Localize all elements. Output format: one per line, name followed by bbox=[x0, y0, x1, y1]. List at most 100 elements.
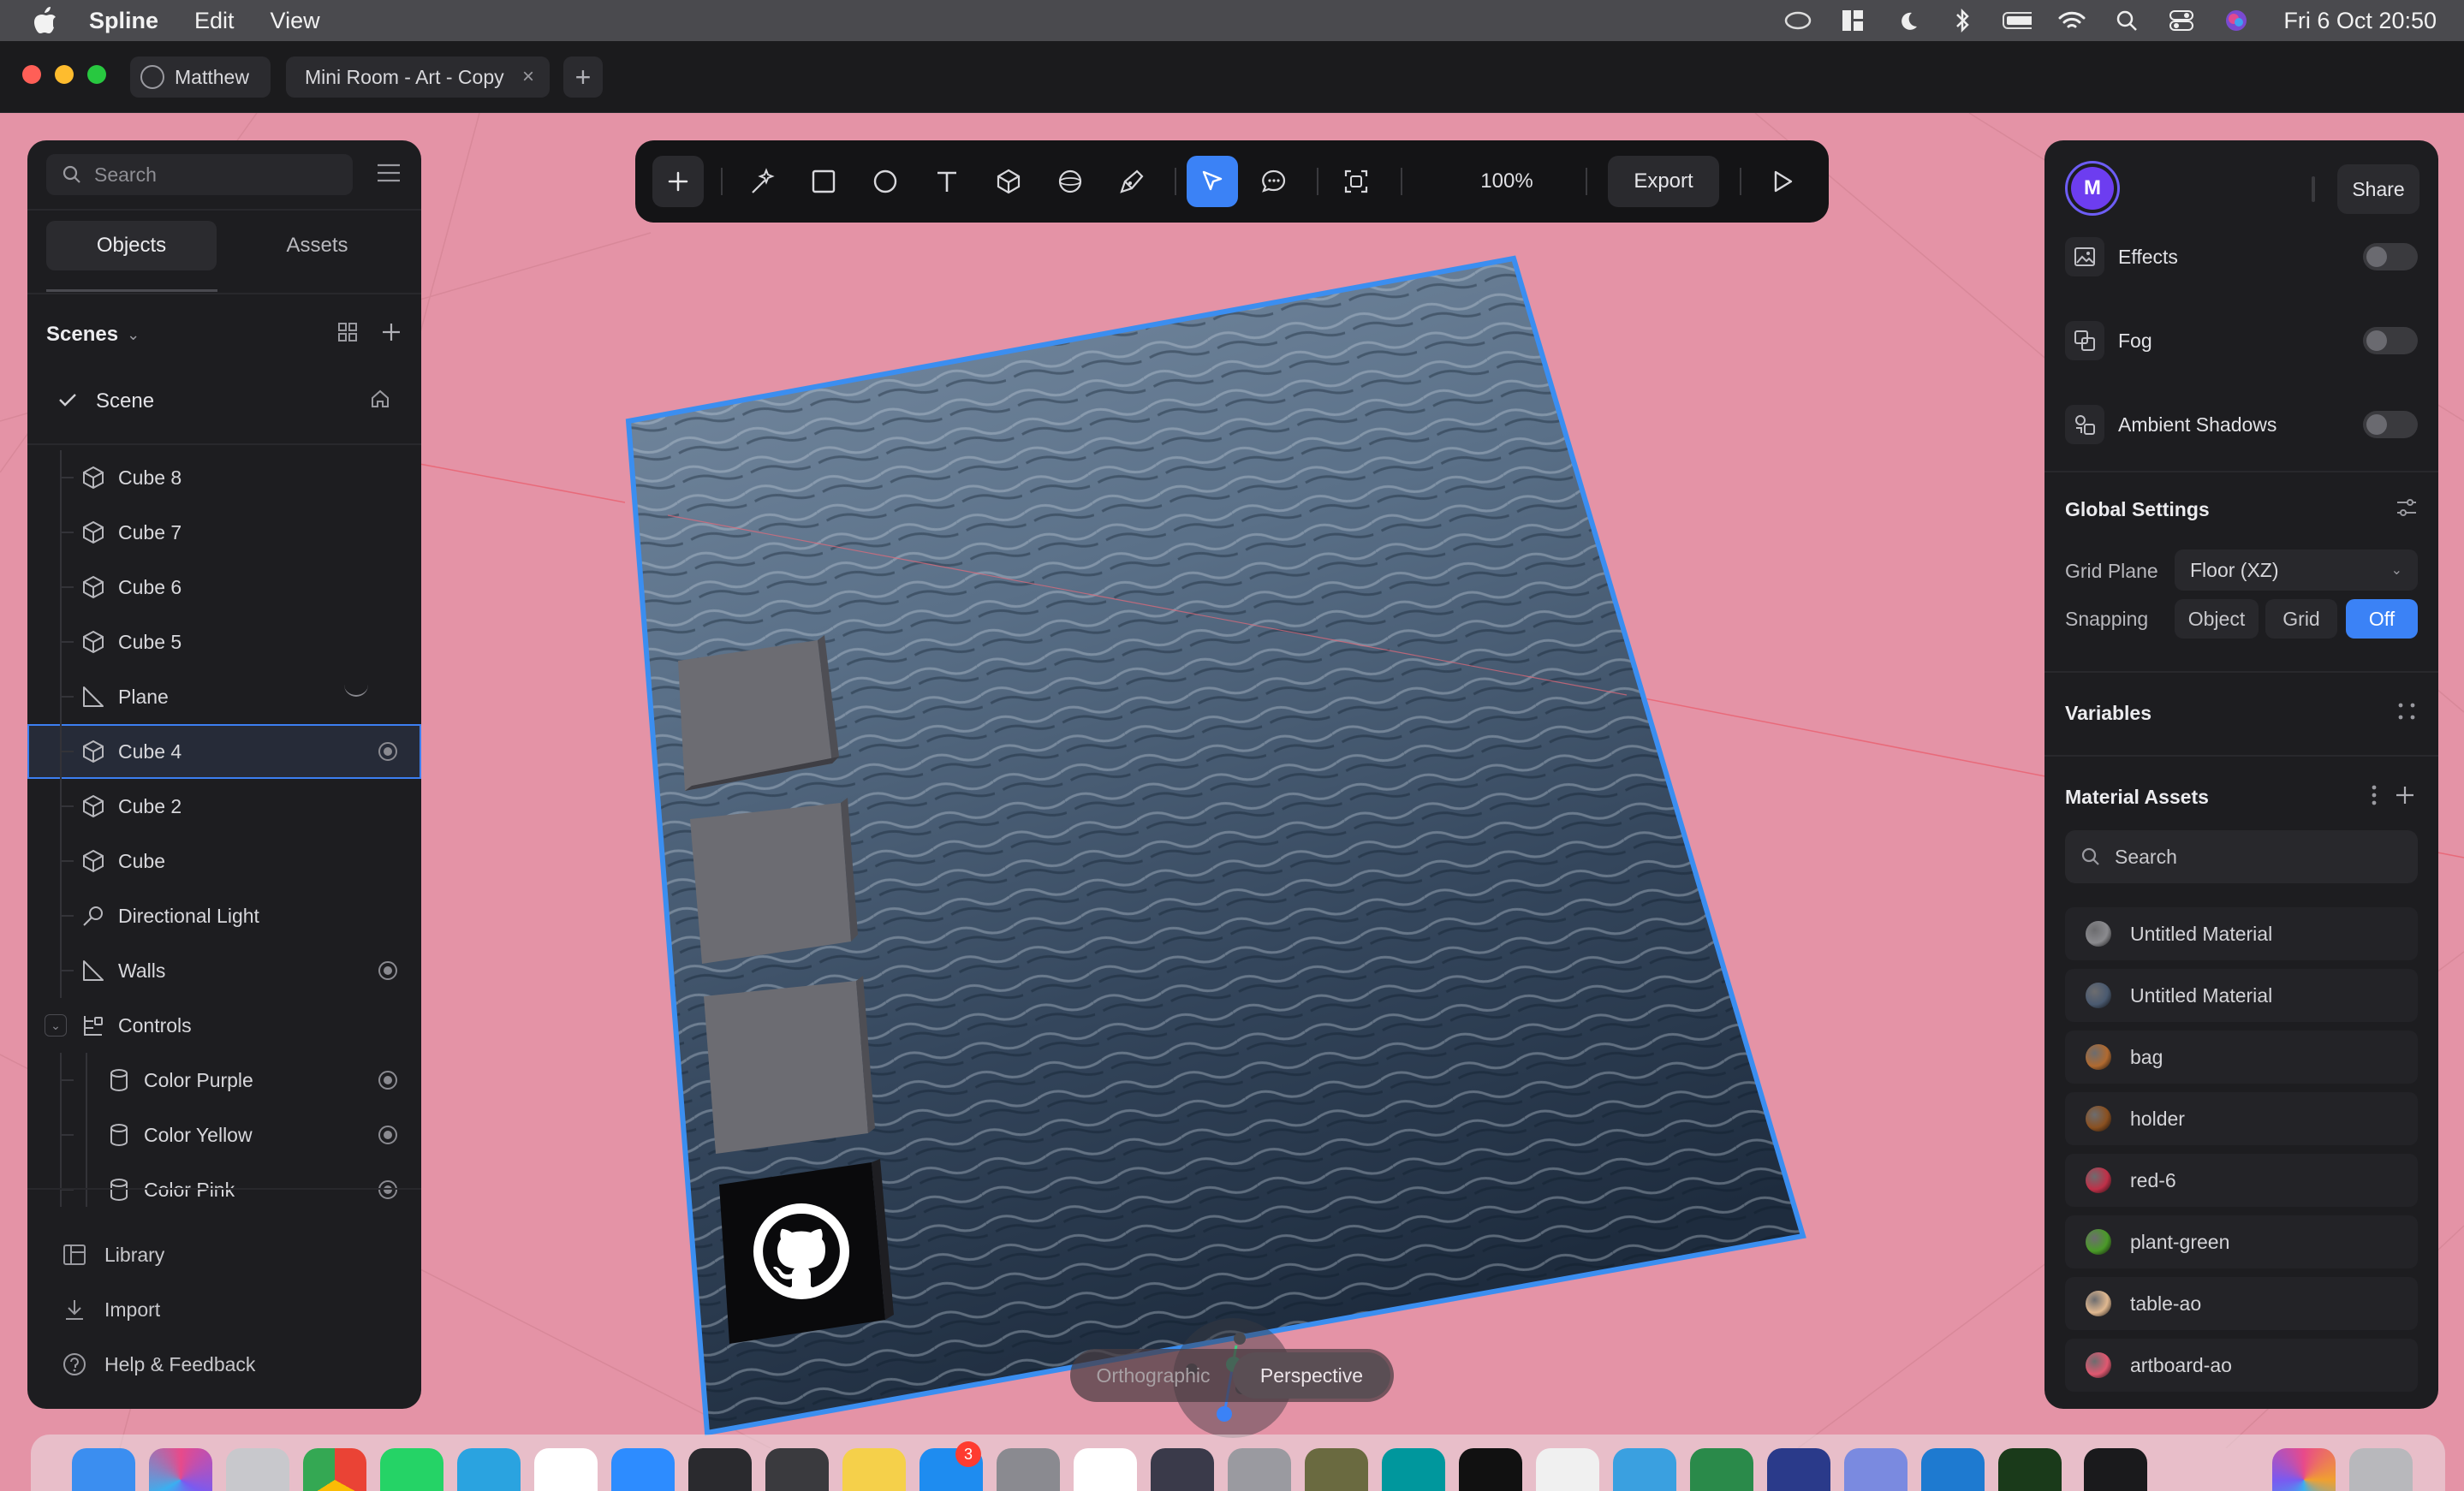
system-settings-icon[interactable] bbox=[997, 1448, 1060, 1491]
material-item[interactable]: table-ao bbox=[2065, 1277, 2418, 1330]
slack-icon[interactable] bbox=[534, 1448, 598, 1491]
apple-icon[interactable] bbox=[31, 5, 60, 36]
dvd-player-icon[interactable] bbox=[1228, 1448, 1291, 1491]
visibility-toggle-icon[interactable] bbox=[378, 961, 397, 980]
menu-icon[interactable] bbox=[375, 159, 402, 187]
snapping-off-button[interactable]: Off bbox=[2346, 599, 2418, 639]
chrome-icon[interactable] bbox=[303, 1448, 366, 1491]
new-tab-button[interactable]: + bbox=[563, 56, 603, 98]
visibility-toggle-icon[interactable] bbox=[378, 1126, 397, 1144]
text-tool[interactable] bbox=[921, 156, 973, 207]
creative-cloud-icon[interactable] bbox=[1783, 8, 1812, 33]
menu-app-name[interactable]: Spline bbox=[89, 8, 158, 34]
trash-icon[interactable] bbox=[2349, 1448, 2413, 1491]
menu-clock[interactable]: Fri 6 Oct 20:50 bbox=[2283, 8, 2437, 34]
visibility-toggle-icon[interactable] bbox=[378, 1180, 397, 1199]
close-icon[interactable]: × bbox=[522, 65, 534, 89]
pen-tool[interactable] bbox=[1106, 156, 1158, 207]
library-link[interactable]: Library bbox=[62, 1227, 164, 1282]
help-dock-icon[interactable] bbox=[2161, 1448, 2224, 1491]
control-center-icon[interactable] bbox=[2167, 8, 2196, 33]
typography-app-icon[interactable] bbox=[1459, 1448, 1522, 1491]
object-search-input[interactable]: Search bbox=[46, 154, 353, 195]
siri-icon[interactable] bbox=[2222, 8, 2251, 33]
bluetooth-icon[interactable] bbox=[1948, 8, 1977, 33]
pattern-app-icon[interactable] bbox=[1074, 1448, 1137, 1491]
home-icon[interactable] bbox=[370, 389, 390, 415]
user-chip[interactable]: Matthew bbox=[130, 56, 271, 98]
zoom-window-button[interactable] bbox=[87, 65, 106, 84]
frame-tool[interactable] bbox=[1330, 156, 1382, 207]
snapping-grid-button[interactable]: Grid bbox=[2265, 599, 2337, 639]
material-item[interactable]: artboard-ao bbox=[2065, 1339, 2418, 1392]
siri-app-icon[interactable] bbox=[149, 1448, 212, 1491]
add-material-icon[interactable] bbox=[2392, 782, 2418, 808]
material-item[interactable]: plant-green bbox=[2065, 1215, 2418, 1268]
tab-objects[interactable]: Objects bbox=[46, 221, 217, 270]
add-object-button[interactable] bbox=[652, 156, 704, 207]
chevron-down-icon[interactable]: ⌄ bbox=[45, 1014, 67, 1037]
avatar[interactable]: M bbox=[2065, 161, 2120, 216]
tree-item[interactable]: Color Purple bbox=[27, 1053, 421, 1108]
help-feedback-link[interactable]: Help & Feedback bbox=[62, 1337, 255, 1392]
tree-item[interactable]: Cube 5 bbox=[27, 615, 421, 669]
tree-item[interactable]: Cube bbox=[27, 834, 421, 888]
grid-plane-select[interactable]: Floor (XZ) ⌄ bbox=[2175, 549, 2418, 591]
sublime-icon[interactable] bbox=[688, 1448, 752, 1491]
arduino-icon[interactable] bbox=[1382, 1448, 1445, 1491]
menu-view[interactable]: View bbox=[271, 8, 320, 34]
select-cursor-tool[interactable] bbox=[1187, 156, 1238, 207]
more-vertical-icon[interactable] bbox=[2361, 782, 2387, 808]
terminal-icon[interactable] bbox=[2084, 1448, 2147, 1491]
zoom-icon[interactable] bbox=[611, 1448, 675, 1491]
globe-app-icon[interactable] bbox=[1690, 1448, 1753, 1491]
moon-icon[interactable] bbox=[1893, 8, 1922, 33]
cube-tool[interactable] bbox=[983, 156, 1034, 207]
material-item[interactable]: holder bbox=[2065, 1092, 2418, 1145]
menu-edit[interactable]: Edit bbox=[194, 8, 235, 34]
color-app-icon[interactable] bbox=[2272, 1448, 2336, 1491]
robot-app-icon[interactable] bbox=[1305, 1448, 1368, 1491]
ai-sparkle-tool[interactable] bbox=[736, 156, 788, 207]
telegram-icon[interactable] bbox=[457, 1448, 521, 1491]
rectangle-tool[interactable] bbox=[798, 156, 849, 207]
visibility-toggle-icon[interactable] bbox=[378, 742, 397, 761]
export-button[interactable]: Export bbox=[1608, 156, 1719, 207]
tree-item[interactable]: Cube 8 bbox=[27, 450, 421, 505]
scenes-label[interactable]: Scenes bbox=[46, 323, 118, 347]
tree-item[interactable]: Plane bbox=[27, 669, 421, 724]
zoom-level[interactable]: 100% bbox=[1464, 156, 1550, 207]
fog-toggle[interactable] bbox=[2363, 327, 2418, 354]
share-button[interactable]: Share bbox=[2337, 164, 2419, 214]
tree-item[interactable]: Cube 4 bbox=[27, 724, 421, 779]
tab-assets[interactable]: Assets bbox=[232, 221, 402, 270]
minimize-window-button[interactable] bbox=[55, 65, 74, 84]
tree-item[interactable]: Cube 6 bbox=[27, 560, 421, 615]
cube-object[interactable] bbox=[678, 635, 839, 791]
material-item[interactable]: red-6 bbox=[2065, 1154, 2418, 1207]
document-tab[interactable]: Mini Room - Art - Copy × bbox=[286, 56, 550, 98]
ableton-live-icon[interactable] bbox=[1151, 1448, 1214, 1491]
import-link[interactable]: Import bbox=[62, 1282, 160, 1337]
cube-object[interactable] bbox=[690, 798, 858, 964]
cube-object[interactable] bbox=[704, 976, 875, 1154]
whatsapp-icon[interactable] bbox=[380, 1448, 443, 1491]
layout-icon[interactable] bbox=[1838, 8, 1867, 33]
close-window-button[interactable] bbox=[22, 65, 41, 84]
blue-app-icon[interactable] bbox=[1613, 1448, 1676, 1491]
play-button[interactable] bbox=[1757, 156, 1808, 207]
perspective-view-button[interactable]: Perspective bbox=[1233, 1352, 1390, 1399]
finder-icon[interactable] bbox=[72, 1448, 135, 1491]
material-item[interactable]: Untitled Material bbox=[2065, 907, 2418, 960]
add-scene-icon[interactable] bbox=[380, 321, 402, 349]
tree-item[interactable]: ⌄ Controls bbox=[27, 998, 421, 1053]
r-app-icon[interactable] bbox=[1844, 1448, 1908, 1491]
comment-tool[interactable] bbox=[1248, 156, 1300, 207]
material-item[interactable]: bag bbox=[2065, 1031, 2418, 1084]
badge-app-icon[interactable] bbox=[1536, 1448, 1599, 1491]
orthographic-view-button[interactable]: Orthographic bbox=[1074, 1352, 1233, 1399]
sphere-tool[interactable] bbox=[1045, 156, 1096, 207]
notion-icon[interactable] bbox=[765, 1448, 829, 1491]
snapping-object-button[interactable]: Object bbox=[2175, 599, 2259, 639]
effects-toggle[interactable] bbox=[2363, 243, 2418, 270]
